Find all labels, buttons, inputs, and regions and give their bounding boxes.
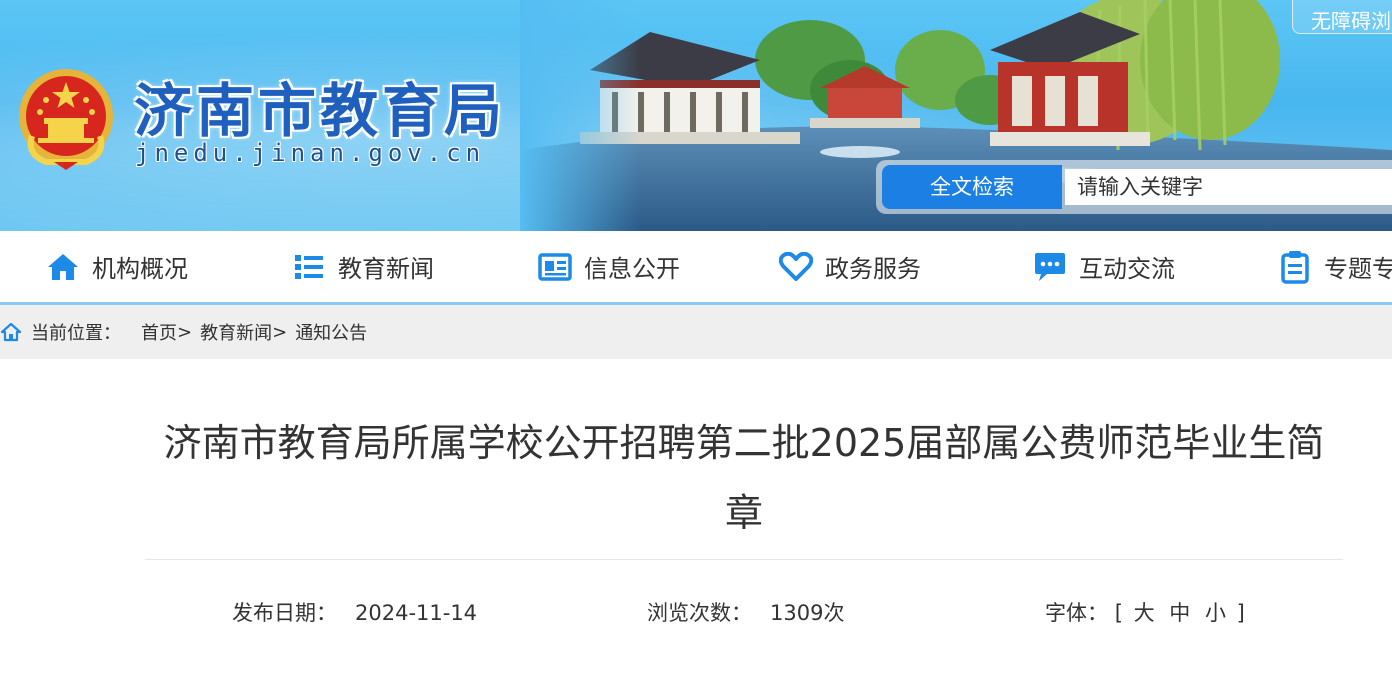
breadcrumb-separator: > (272, 321, 288, 343)
nav-item-special-topics[interactable]: 专题专栏 (1278, 231, 1392, 302)
font-size-control: 字体： [ 大 中 小 ] (1045, 597, 1245, 627)
font-size-bracket-open: [ (1114, 601, 1123, 625)
location-home-icon (0, 322, 22, 342)
breadcrumb-notices-link[interactable]: 通知公告 (295, 319, 367, 345)
nav-item-label: 机构概况 (92, 255, 188, 283)
chat-icon (1033, 250, 1067, 284)
accessibility-button[interactable]: 无障碍浏览 (1292, 0, 1392, 34)
publish-date-value: 2024-11-14 (355, 601, 478, 625)
article-title-line-2: 章 (724, 491, 763, 535)
site-header-banner: 济南市教育局 jnedu.jinan.gov.cn 无障碍浏览 全文检索 (0, 0, 1392, 231)
breadcrumb-home-link[interactable]: 首页 (141, 319, 177, 345)
font-size-large-button[interactable]: 大 (1134, 601, 1155, 625)
breadcrumb-current-label: 当前位置： (31, 323, 121, 344)
heart-icon (779, 250, 813, 284)
search-input[interactable] (1065, 169, 1392, 205)
fulltext-search-button[interactable]: 全文检索 (882, 165, 1062, 209)
main-nav: 机构概况 教育新闻 信息公开 政务服务 互动交流 专题专 (0, 231, 1392, 305)
national-emblem-logo (19, 69, 113, 170)
nav-item-label: 专题专栏 (1324, 255, 1392, 283)
nav-item-services[interactable]: 政务服务 (779, 231, 921, 302)
nav-item-label: 信息公开 (584, 255, 680, 283)
nav-item-label: 教育新闻 (338, 255, 434, 283)
list-icon (292, 250, 326, 284)
font-size-medium-button[interactable]: 中 (1169, 601, 1190, 625)
nav-item-label: 互动交流 (1079, 255, 1175, 283)
view-count-value: 1309次 (770, 601, 845, 625)
home-icon (46, 250, 80, 284)
site-domain: jnedu.jinan.gov.cn (135, 139, 486, 167)
breadcrumb: 当前位置： 首页 > 教育新闻 > 通知公告 (0, 305, 1392, 359)
publish-date-label: 发布日期： (232, 601, 337, 625)
nav-item-info-disclosure[interactable]: 信息公开 (538, 231, 680, 302)
breadcrumb-news-link[interactable]: 教育新闻 (200, 319, 272, 345)
article-title-line-1: 济南市教育局所属学校公开招聘第二批2025届部属公费师范毕业生简 (163, 421, 1325, 465)
font-size-bracket-close: ] (1236, 601, 1245, 625)
publish-date: 发布日期： 2024-11-14 (232, 597, 477, 627)
font-size-small-button[interactable]: 小 (1205, 601, 1226, 625)
nav-item-label: 政务服务 (825, 255, 921, 283)
nav-item-news[interactable]: 教育新闻 (292, 231, 434, 302)
clipboard-icon (1278, 250, 1312, 284)
newspaper-icon (538, 250, 572, 284)
site-title: 济南市教育局 (134, 77, 507, 145)
article-title: 济南市教育局所属学校公开招聘第二批2025届部属公费师范毕业生简 章 (145, 408, 1343, 548)
view-count-label: 浏览次数： (647, 601, 752, 625)
font-size-label: 字体： (1045, 601, 1108, 625)
view-count: 浏览次数： 1309次 (647, 597, 844, 627)
title-divider (145, 559, 1343, 560)
nav-item-about[interactable]: 机构概况 (46, 231, 188, 302)
nav-item-interaction[interactable]: 互动交流 (1033, 231, 1175, 302)
breadcrumb-separator: > (177, 321, 193, 343)
